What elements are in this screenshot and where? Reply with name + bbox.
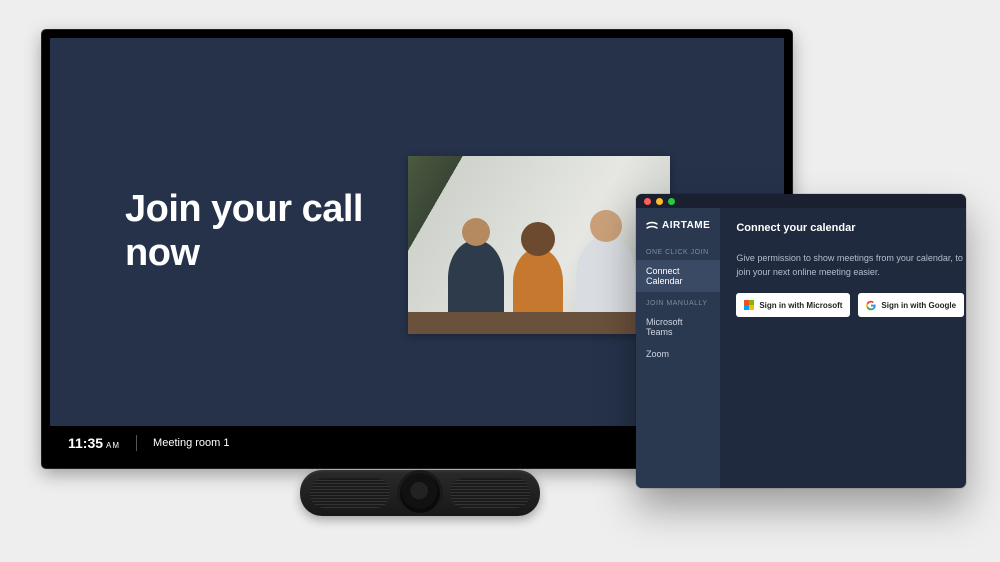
sign-in-google-label: Sign in with Google xyxy=(881,301,956,310)
airtame-icon xyxy=(646,221,658,231)
app-window: AIRTAME ONE CLICK JOIN Connect Calendar … xyxy=(636,194,966,488)
meeting-preview-image xyxy=(408,156,670,334)
window-minimize-icon[interactable] xyxy=(656,198,663,205)
window-close-icon[interactable] xyxy=(644,198,651,205)
sidebar: AIRTAME ONE CLICK JOIN Connect Calendar … xyxy=(636,208,720,488)
sign-in-google-button[interactable]: Sign in with Google xyxy=(858,293,964,317)
sidebar-section-one-click: ONE CLICK JOIN xyxy=(636,241,720,260)
room-name: Meeting room 1 xyxy=(153,437,229,449)
sign-in-microsoft-label: Sign in with Microsoft xyxy=(759,301,842,310)
clock: 11:35 AM xyxy=(68,435,120,451)
sign-in-microsoft-button[interactable]: Sign in with Microsoft xyxy=(736,293,850,317)
microsoft-icon xyxy=(744,300,754,310)
sidebar-item-connect-calendar[interactable]: Connect Calendar xyxy=(636,260,720,292)
brand-logo: AIRTAME xyxy=(636,220,720,241)
window-maximize-icon[interactable] xyxy=(668,198,675,205)
window-titlebar xyxy=(636,194,966,208)
tv-headline: Join your call now xyxy=(125,188,385,275)
sidebar-item-microsoft-teams[interactable]: Microsoft Teams xyxy=(636,311,720,343)
clock-time: 11:35 xyxy=(68,435,103,451)
camera-speaker-device xyxy=(300,470,540,516)
main-panel: Connect your calendar Give permission to… xyxy=(720,208,966,488)
panel-hint: Give permission to show meetings from yo… xyxy=(736,252,964,279)
panel-title: Connect your calendar xyxy=(736,222,964,234)
divider xyxy=(136,435,137,451)
sidebar-section-join-manually: JOIN MANUALLY xyxy=(636,292,720,311)
brand-name: AIRTAME xyxy=(662,220,710,231)
sidebar-item-zoom[interactable]: Zoom xyxy=(636,343,720,365)
clock-ampm: AM xyxy=(106,441,120,450)
google-icon xyxy=(866,300,876,310)
